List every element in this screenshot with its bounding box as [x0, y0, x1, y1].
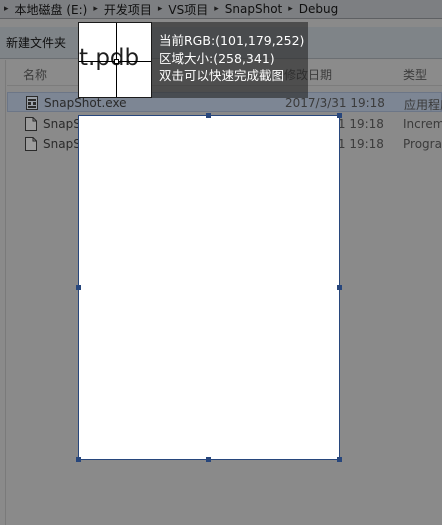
breadcrumb-item[interactable]: 开发项目	[104, 1, 152, 18]
file-icon	[25, 137, 37, 151]
breadcrumb[interactable]: ▸ 本地磁盘 (E:) ▸ 开发项目 ▸ VS项目 ▸ SnapShot ▸ D…	[0, 0, 442, 19]
file-type: 应用程序	[404, 98, 442, 112]
magnifier-loupe: t.pdb	[78, 22, 152, 98]
breadcrumb-separator: ▸	[214, 4, 219, 14]
breadcrumb-separator: ▸	[157, 4, 163, 14]
resize-handle-bottom-left[interactable]	[76, 457, 81, 462]
column-header-type[interactable]: 类型	[403, 66, 427, 83]
breadcrumb-item[interactable]: SnapShot	[225, 2, 282, 16]
breadcrumb-separator: ▸	[288, 4, 293, 14]
rgb-readout: 当前RGB:(101,179,252)	[159, 33, 305, 48]
crosshair-center	[114, 59, 119, 64]
capture-hint: 双击可以快速完成截图	[159, 68, 285, 83]
column-header-name[interactable]: 名称	[23, 66, 47, 83]
new-folder-button[interactable]: 新建文件夹	[6, 34, 66, 51]
capture-info-panel: 当前RGB:(101,179,252) 区域大小:(258,341) 双击可以快…	[152, 22, 308, 98]
resize-handle-bottom[interactable]	[206, 457, 211, 462]
navigation-pane[interactable]	[0, 60, 6, 525]
resize-handle-left[interactable]	[76, 285, 81, 290]
file-icon	[25, 117, 37, 131]
resize-handle-top[interactable]	[206, 113, 211, 118]
breadcrumb-item[interactable]: Debug	[299, 2, 338, 16]
file-type: Increm	[403, 117, 442, 131]
resize-handle-bottom-right[interactable]	[337, 457, 342, 462]
file-date: 2017/3/31 19:18	[285, 96, 385, 110]
breadcrumb-separator: ▸	[4, 4, 9, 14]
region-size-readout: 区域大小:(258,341)	[159, 50, 275, 66]
magnifier-text: t.pdb	[79, 45, 140, 71]
capture-selection-region[interactable]	[78, 115, 340, 460]
resize-handle-right[interactable]	[337, 285, 342, 290]
file-type: Progra	[403, 137, 442, 151]
breadcrumb-item[interactable]: 本地磁盘 (E:)	[15, 1, 88, 18]
file-name: SnapShot.exe	[44, 96, 127, 110]
exe-icon	[26, 96, 38, 110]
breadcrumb-separator: ▸	[93, 4, 98, 14]
resize-handle-top-right[interactable]	[337, 113, 342, 118]
breadcrumb-item[interactable]: VS项目	[168, 1, 208, 18]
